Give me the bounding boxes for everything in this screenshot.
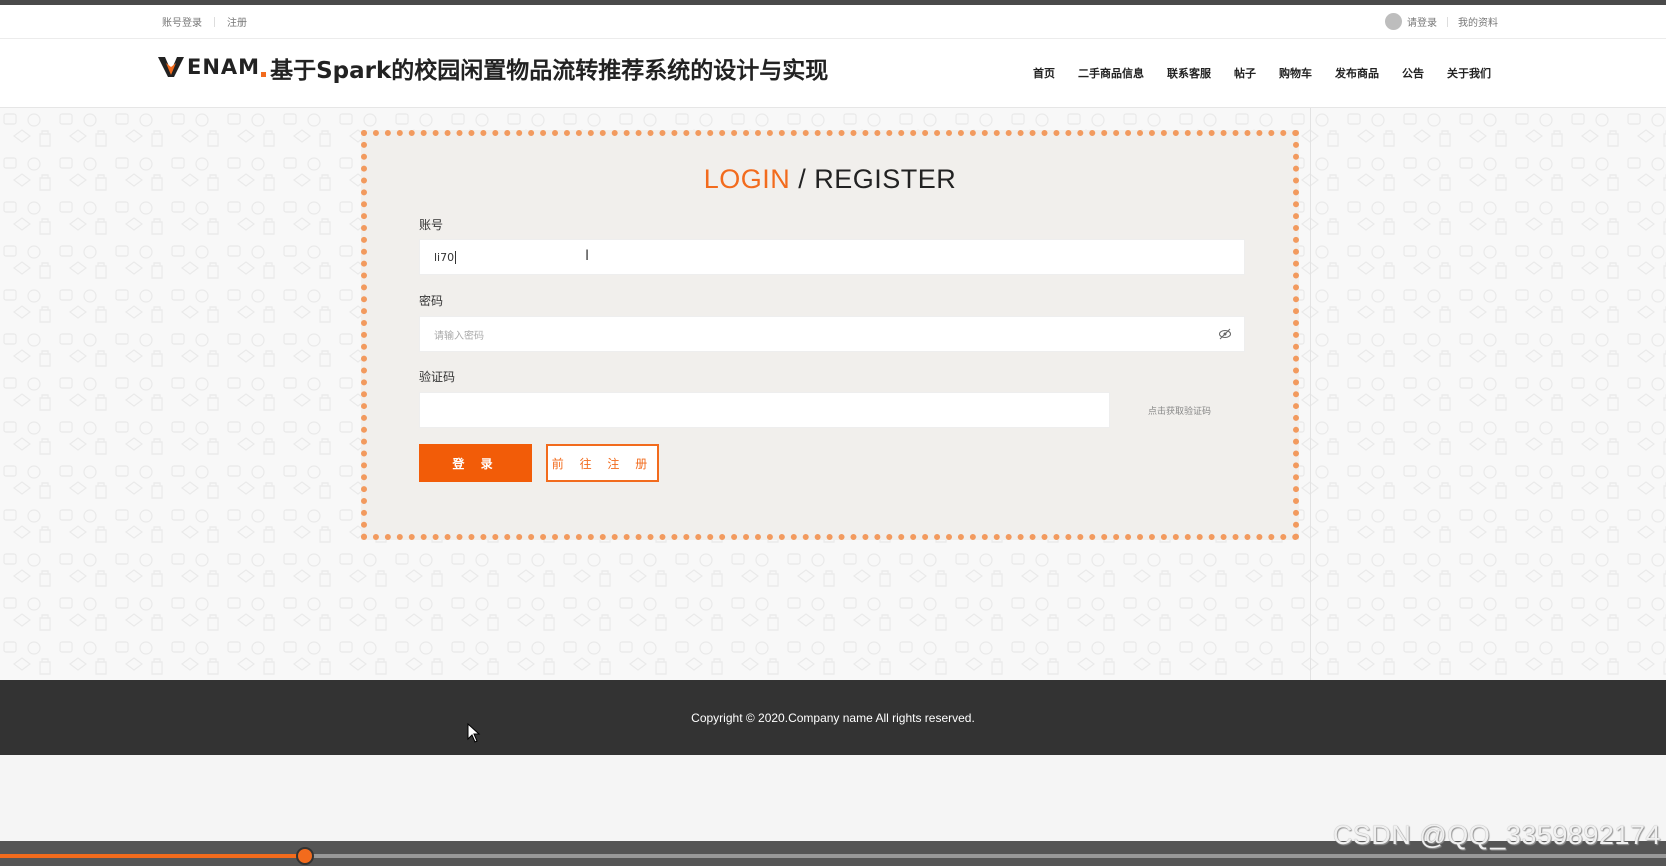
nav-secondhand-goods[interactable]: 二手商品信息: [1078, 65, 1144, 81]
site-header: ENAM 基于Spark的校园闲置物品流转推荐系统的设计与实现 首页 二手商品信…: [0, 39, 1666, 108]
nav-customer-service[interactable]: 联系客服: [1167, 65, 1211, 81]
avatar-icon[interactable]: [1385, 13, 1402, 30]
content-divider: [1310, 108, 1311, 680]
get-captcha-link[interactable]: 点击获取验证码: [1148, 404, 1211, 417]
pointer-cursor-icon: [467, 723, 481, 743]
main-nav: 首页 二手商品信息 联系客服 帖子 购物车 发布商品 公告 关于我们: [1010, 39, 1491, 107]
copyright-text: Copyright © 2020.Company name All rights…: [691, 710, 975, 725]
login-button[interactable]: 登 录: [419, 444, 532, 482]
password-label: 密码: [419, 294, 444, 308]
title-login: LOGIN: [703, 164, 791, 194]
nav-about-us[interactable]: 关于我们: [1447, 65, 1491, 81]
captcha-input[interactable]: [419, 392, 1110, 428]
card-title: LOGIN / REGISTER: [367, 164, 1293, 195]
eye-off-icon[interactable]: [1218, 328, 1232, 340]
nav-posts[interactable]: 帖子: [1234, 65, 1256, 81]
my-profile-link[interactable]: 我的资料: [1458, 14, 1498, 29]
progress-knob[interactable]: [295, 847, 314, 865]
account-input[interactable]: li70: [419, 239, 1245, 275]
text-caret: [455, 250, 457, 264]
brand-name: ENAM: [187, 55, 261, 79]
ibeam-cursor-icon: I: [585, 248, 590, 264]
main-content: LOGIN / REGISTER 账号 li70 I 密码 请输入密码 验证码 …: [0, 108, 1666, 680]
login-card: LOGIN / REGISTER 账号 li70 I 密码 请输入密码 验证码 …: [361, 130, 1299, 540]
go-register-button[interactable]: 前 往 注 册: [546, 444, 659, 482]
v-logo-icon: [158, 57, 184, 77]
site-title: 基于Spark的校园闲置物品流转推荐系统的设计与实现: [270, 58, 829, 84]
nav-home[interactable]: 首页: [1033, 65, 1055, 81]
captcha-label: 验证码: [419, 370, 456, 384]
title-register: / REGISTER: [790, 164, 957, 194]
password-placeholder: 请输入密码: [434, 330, 484, 342]
csdn-watermark: CSDN @QQ_3359892174: [1332, 820, 1661, 850]
nav-announcements[interactable]: 公告: [1402, 65, 1424, 81]
nav-publish-goods[interactable]: 发布商品: [1335, 65, 1379, 81]
please-login-link[interactable]: 请登录: [1407, 14, 1437, 29]
nav-cart[interactable]: 购物车: [1279, 65, 1312, 81]
utility-right: 请登录 我的资料: [1385, 5, 1498, 38]
utility-left: 账号登录 注册: [162, 5, 247, 38]
password-input[interactable]: 请输入密码: [419, 316, 1245, 352]
utility-bar: 账号登录 注册 请登录 我的资料: [0, 5, 1666, 39]
register-link[interactable]: 注册: [227, 14, 247, 29]
divider: [214, 16, 215, 27]
divider: [1447, 16, 1448, 27]
site-logo[interactable]: ENAM 基于Spark的校园闲置物品流转推荐系统的设计与实现: [158, 55, 828, 87]
progress-fill: [0, 854, 305, 858]
account-value: li70: [434, 250, 455, 264]
account-login-link[interactable]: 账号登录: [162, 14, 202, 29]
brand-dot: [261, 72, 267, 77]
account-label: 账号: [419, 218, 444, 232]
site-footer: Copyright © 2020.Company name All rights…: [0, 680, 1666, 755]
